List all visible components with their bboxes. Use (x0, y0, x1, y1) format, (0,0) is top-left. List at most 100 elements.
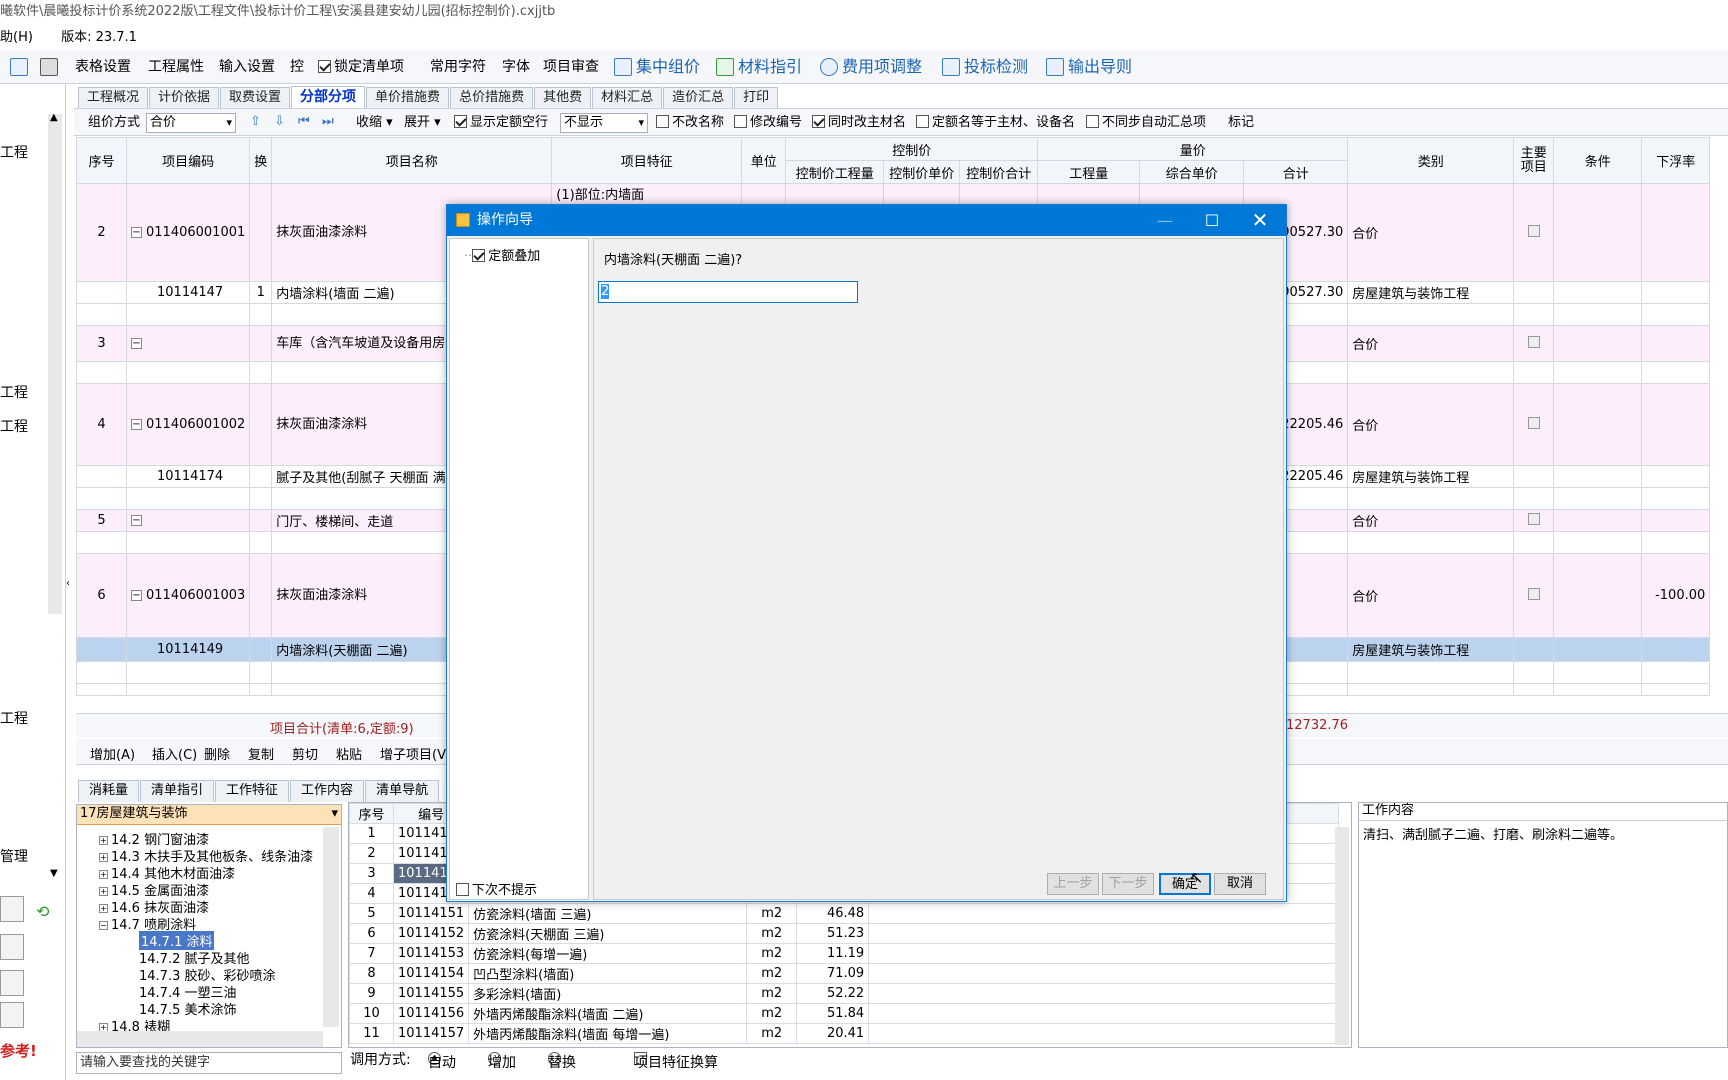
cell-main-item[interactable] (1513, 683, 1555, 696)
bottom-tab-1[interactable]: 清单指引 (140, 780, 215, 802)
cell-float-rate[interactable] (1641, 281, 1711, 304)
cell-float-rate[interactable] (1641, 465, 1711, 488)
main-item-checkbox[interactable] (1527, 224, 1540, 237)
quota-cell-code[interactable]: 10114154 (392, 963, 470, 984)
bid-check-button[interactable]: 投标检测 (964, 56, 1028, 78)
cell-main-item[interactable] (1513, 637, 1555, 662)
cell-seq[interactable] (76, 281, 127, 304)
cell-float-rate[interactable] (1641, 303, 1711, 326)
cell-swap[interactable] (249, 661, 273, 684)
cell-condition[interactable] (1553, 383, 1643, 466)
cell-code[interactable] (125, 303, 251, 326)
cell-float-rate[interactable] (1641, 183, 1711, 282)
quota-cell-price[interactable]: 51.84 (796, 1003, 870, 1024)
expand-node-icon[interactable]: + (99, 870, 108, 879)
cell-seq[interactable]: 5 (76, 509, 127, 532)
project-review-button[interactable]: 项目审查 (543, 56, 599, 78)
list-item[interactable]: 10 10114156 外墙丙烯酸酯涂料(墙面 二遍) m2 51.84 (349, 1003, 1340, 1024)
quota-cell-unit[interactable]: m2 (746, 963, 798, 984)
cell-swap[interactable] (249, 553, 273, 638)
table-settings-button[interactable]: 表格设置 (75, 56, 131, 78)
quota-cell-seq[interactable]: 10 (349, 1003, 394, 1024)
cell-code[interactable]: −011406001002 (125, 383, 251, 466)
quota-equal-main-checkbox[interactable]: 定额名等于主材、设备名 (916, 114, 1075, 132)
move-up-icon[interactable]: ⇧ (250, 115, 264, 129)
cell-category[interactable] (1347, 683, 1515, 696)
bottom-tab-3[interactable]: 工作内容 (290, 780, 365, 802)
expand-button[interactable]: 展开 ▾ (404, 114, 441, 132)
quota-cell-seq[interactable]: 3 (349, 863, 394, 884)
cell-category[interactable] (1347, 303, 1515, 326)
quota-cell-price[interactable]: 51.23 (796, 923, 870, 944)
quota-cell-unit[interactable]: m2 (746, 943, 798, 964)
quota-cell-name[interactable]: 仿瓷涂料(墙面 三遍) (468, 903, 748, 924)
cell-float-rate[interactable] (1641, 683, 1711, 696)
cell-category[interactable] (1347, 487, 1515, 510)
quota-cell-name[interactable]: 仿瓷涂料(每增一遍) (468, 943, 748, 964)
cell-main-item[interactable] (1513, 661, 1555, 684)
list-item[interactable]: 9 10114155 多彩涂料(墙面) m2 52.22 (349, 983, 1340, 1004)
cell-main-item[interactable] (1513, 325, 1555, 362)
cell-seq[interactable] (76, 683, 127, 696)
cell-swap[interactable]: 1 (249, 281, 273, 304)
cell-condition[interactable] (1553, 361, 1643, 384)
bottom-tab-0[interactable]: 消耗量 (78, 780, 140, 802)
col-unit[interactable]: 单位 (741, 137, 787, 184)
list-item[interactable]: 5 10114151 仿瓷涂料(墙面 三遍) m2 46.48 (349, 903, 1340, 924)
tab-6[interactable]: 其他费 (534, 87, 592, 109)
cell-condition[interactable] (1553, 325, 1643, 362)
cell-category[interactable]: 合价 (1347, 509, 1515, 532)
cell-category[interactable]: 房屋建筑与装饰工程 (1347, 281, 1515, 304)
quota-cell-price[interactable]: 52.22 (796, 983, 870, 1004)
tree-scrollbar[interactable] (323, 827, 339, 1027)
first-icon[interactable]: ⏮ (298, 115, 312, 129)
cell-float-rate[interactable]: -100.00 (1641, 553, 1711, 638)
cell-main-item[interactable] (1513, 531, 1555, 554)
last-icon[interactable]: ⏭ (322, 115, 336, 129)
col-unit-price[interactable]: 综合单价 (1139, 160, 1245, 184)
main-item-checkbox[interactable] (1527, 335, 1540, 348)
expand-node-icon[interactable]: + (99, 853, 108, 862)
col-float-rate[interactable]: 下浮率 (1641, 137, 1711, 184)
tree-search-input[interactable]: 请输入要查找的关键字 (76, 1052, 342, 1074)
cell-float-rate[interactable] (1641, 509, 1711, 532)
cell-swap[interactable] (249, 383, 273, 466)
quota-cell-unit[interactable]: m2 (746, 1023, 798, 1044)
cell-code[interactable] (125, 361, 251, 384)
cell-category[interactable]: 合价 (1347, 383, 1515, 466)
cell-swap[interactable] (249, 509, 273, 532)
cell-main-item[interactable] (1513, 383, 1555, 466)
input-settings-button[interactable]: 输入设置 (219, 56, 275, 78)
cell-seq[interactable] (76, 637, 127, 662)
quota-cell-name[interactable]: 凹凸型涂料(墙面) (468, 963, 748, 984)
collapse-node-icon[interactable]: − (131, 419, 142, 430)
quota-cell-code[interactable]: 10114153 (392, 943, 470, 964)
list-item[interactable]: 11 10114157 外墙丙烯酸酯涂料(墙面 每增一遍) m2 20.41 (349, 1023, 1340, 1044)
cell-swap[interactable] (249, 683, 273, 696)
cell-code[interactable]: −011406001001 (125, 183, 251, 282)
no-rename-checkbox[interactable]: 不改名称 (656, 114, 724, 132)
cell-float-rate[interactable] (1641, 383, 1711, 466)
cell-code[interactable] (125, 683, 251, 696)
cell-swap[interactable] (249, 183, 273, 282)
quota-cell-unit[interactable]: m2 (746, 923, 798, 944)
dialog-tree-item[interactable]: ·· 定额叠加 (464, 245, 540, 264)
expand-node-icon[interactable]: + (99, 887, 108, 896)
cell-code[interactable] (125, 487, 251, 510)
col-code[interactable]: 项目编码 (125, 137, 251, 184)
quota-cell-name[interactable]: 仿瓷涂料(天棚面 三遍) (468, 923, 748, 944)
cell-seq[interactable]: 4 (76, 383, 127, 466)
cell-category[interactable]: 房屋建筑与装饰工程 (1347, 637, 1515, 662)
cell-condition[interactable] (1553, 553, 1643, 638)
left-button-3[interactable] (0, 970, 24, 996)
quota-cell-seq[interactable]: 9 (349, 983, 394, 1004)
scroll-up-icon[interactable]: ▲ (50, 112, 58, 123)
col-category[interactable]: 类别 (1347, 137, 1515, 184)
expand-node-icon[interactable]: + (99, 904, 108, 913)
cell-category[interactable] (1347, 361, 1515, 384)
cell-code[interactable]: 10114147 (125, 281, 251, 304)
cell-swap[interactable] (249, 637, 273, 662)
quota-cell-name[interactable]: 外墙丙烯酸酯涂料(墙面 二遍) (468, 1003, 748, 1024)
cell-seq[interactable] (76, 661, 127, 684)
mark-button[interactable]: 标记 (1228, 114, 1254, 132)
